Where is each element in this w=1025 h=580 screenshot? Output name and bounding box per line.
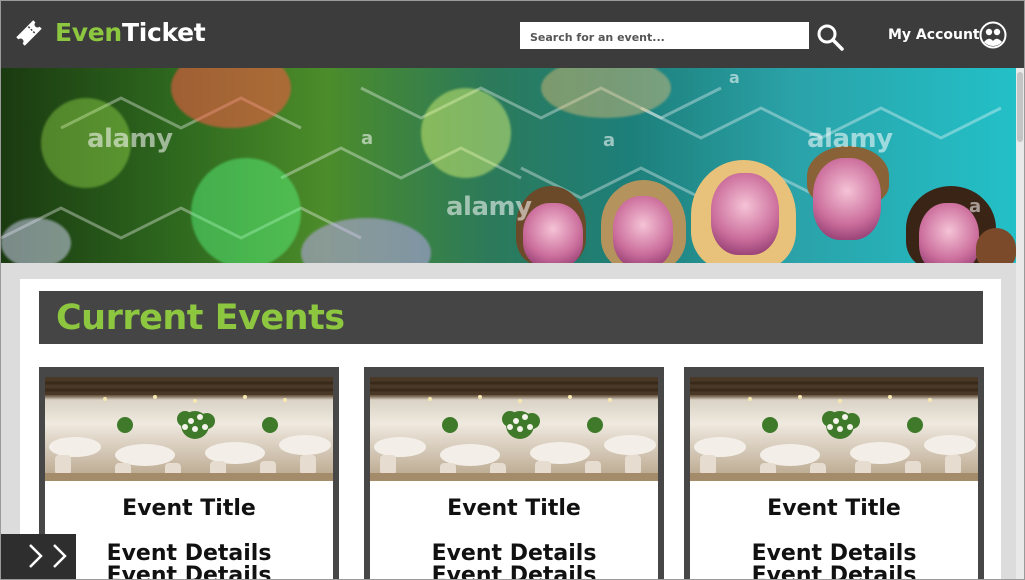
event-image[interactable] [45,377,333,481]
expand-panel-button[interactable] [1,534,76,579]
watermark-text: a [361,128,373,149]
event-body: Event Title Event Details Event Details [370,481,658,580]
scrollbar-thumb[interactable] [1017,72,1023,142]
person-hair [976,228,1016,263]
bokeh-light [191,158,301,263]
ticket-logo-icon[interactable] [13,17,45,49]
search-input[interactable] [520,22,809,49]
person-face [613,196,673,263]
event-image[interactable] [690,377,978,481]
bokeh-light [421,88,511,178]
event-body: Event Title Event Details Event Details [45,481,333,580]
my-account-link[interactable]: My Account [888,27,980,43]
banquet-hall-illustration [45,377,333,481]
site-header: EvenTicket My Account [1,1,1024,68]
event-image[interactable] [370,377,658,481]
person-face [523,203,583,263]
watermark-text: a [603,130,615,151]
search-icon[interactable] [816,23,844,51]
watermark-text: a [729,68,740,87]
event-title[interactable]: Event Title [690,496,978,521]
banquet-hall-illustration [690,377,978,481]
user-avatar-icon[interactable] [979,21,1007,49]
event-title[interactable]: Event Title [45,496,333,521]
event-details-line: Event Details [751,541,917,566]
browser-viewport: EvenTicket My Account [0,0,1025,580]
watermark-text: a [969,196,981,217]
event-card[interactable]: Event Title Event Details Event Details [39,367,339,580]
section-title: Current Events [56,298,345,338]
event-details: Event Details Event Details [370,543,658,580]
vertical-scrollbar[interactable] [1016,68,1024,579]
person-face [813,158,881,240]
event-details-line: Event Details [106,563,272,580]
brand-name-part1: Even [55,18,122,47]
event-card[interactable]: Event Title Event Details Event Details [684,367,984,580]
bokeh-light [1,218,71,263]
event-details: Event Details Event Details [45,543,333,580]
event-title[interactable]: Event Title [370,496,658,521]
event-card[interactable]: Event Title Event Details Event Details [364,367,664,580]
watermark-text: alamy [446,192,532,222]
event-details: Event Details Event Details [690,543,978,580]
watermark-text: alamy [87,124,173,154]
event-body: Event Title Event Details Event Details [690,481,978,580]
banquet-hall-illustration [370,377,658,481]
watermark-text: alamy [807,124,893,154]
event-details-line: Event Details [431,541,597,566]
hero-banner: alamy a alamy alamy a a a [1,68,1016,263]
event-details-line: Event Details [751,563,917,580]
brand-logo[interactable]: EvenTicket [55,18,206,47]
event-details-line: Event Details [431,563,597,580]
person-face [711,173,779,255]
double-chevron-right-icon [29,544,67,568]
section-header: Current Events [39,291,983,344]
event-details-line: Event Details [106,541,272,566]
brand-name-part2: Ticket [121,18,206,47]
